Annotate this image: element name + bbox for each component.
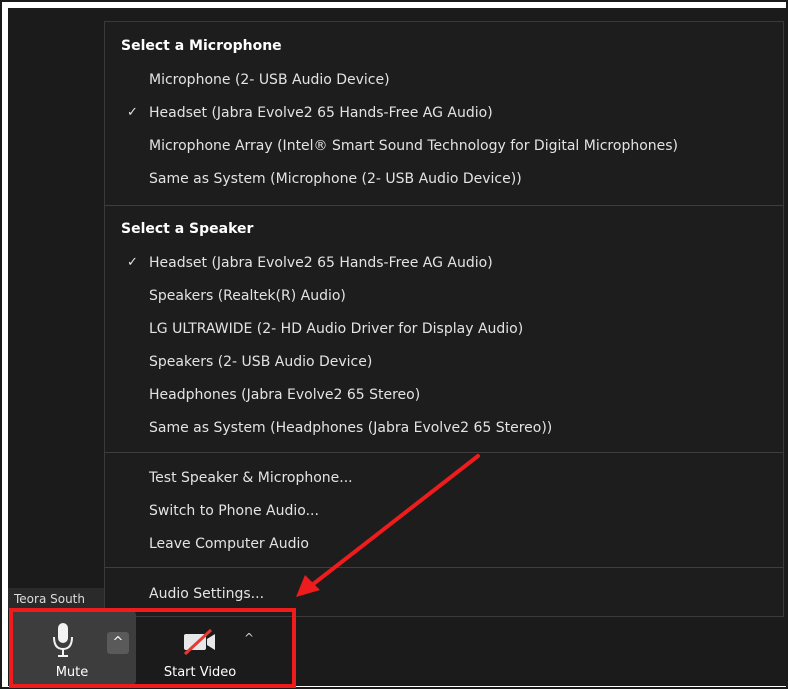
audio-options-menu: Select a Microphone Microphone (2- USB A…	[104, 21, 784, 617]
microphone-option-selected[interactable]: ✓ Headset (Jabra Evolve2 65 Hands-Free A…	[105, 98, 783, 128]
checkmark-icon: ✓	[127, 255, 138, 270]
speaker-option[interactable]: Same as System (Headphones (Jabra Evolve…	[105, 413, 783, 443]
speaker-option-label: Headset (Jabra Evolve2 65 Hands-Free AG …	[149, 255, 493, 271]
menu-item-label: Audio Settings...	[149, 586, 265, 602]
microphone-option-label: Same as System (Microphone (2- USB Audio…	[149, 171, 522, 187]
speaker-option-label: Speakers (2- USB Audio Device)	[149, 354, 373, 370]
participant-name-tag: Teora South	[8, 588, 104, 610]
speaker-option-selected[interactable]: ✓ Headset (Jabra Evolve2 65 Hands-Free A…	[105, 248, 783, 278]
speaker-option-label: LG ULTRAWIDE (2- HD Audio Driver for Dis…	[149, 321, 524, 337]
switch-to-phone-audio-item[interactable]: Switch to Phone Audio...	[105, 496, 783, 526]
menu-item-label: Test Speaker & Microphone...	[149, 470, 353, 486]
select-microphone-heading: Select a Microphone	[121, 38, 282, 54]
speaker-option[interactable]: Speakers (2- USB Audio Device)	[105, 347, 783, 377]
leave-computer-audio-item[interactable]: Leave Computer Audio	[105, 529, 783, 559]
menu-divider	[105, 567, 783, 568]
speaker-option-label: Same as System (Headphones (Jabra Evolve…	[149, 420, 553, 436]
annotation-highlight-box	[9, 608, 296, 688]
speaker-option[interactable]: Speakers (Realtek(R) Audio)	[105, 281, 783, 311]
speaker-option[interactable]: Headphones (Jabra Evolve2 65 Stereo)	[105, 380, 783, 410]
checkmark-icon: ✓	[127, 105, 138, 120]
microphone-option[interactable]: Microphone (2- USB Audio Device)	[105, 65, 783, 95]
microphone-option-label: Headset (Jabra Evolve2 65 Hands-Free AG …	[149, 105, 493, 121]
speaker-option-label: Speakers (Realtek(R) Audio)	[149, 288, 346, 304]
menu-item-label: Switch to Phone Audio...	[149, 503, 319, 519]
microphone-option[interactable]: Same as System (Microphone (2- USB Audio…	[105, 164, 783, 194]
microphone-option-label: Microphone (2- USB Audio Device)	[149, 72, 390, 88]
microphone-option-label: Microphone Array (Intel® Smart Sound Tec…	[149, 138, 679, 154]
microphone-option[interactable]: Microphone Array (Intel® Smart Sound Tec…	[105, 131, 783, 161]
audio-settings-item[interactable]: Audio Settings...	[105, 579, 783, 609]
menu-divider	[105, 452, 783, 453]
test-speaker-microphone-item[interactable]: Test Speaker & Microphone...	[105, 463, 783, 493]
select-speaker-heading: Select a Speaker	[121, 221, 254, 237]
menu-divider	[105, 205, 783, 206]
speaker-option-label: Headphones (Jabra Evolve2 65 Stereo)	[149, 387, 421, 403]
speaker-option[interactable]: LG ULTRAWIDE (2- HD Audio Driver for Dis…	[105, 314, 783, 344]
menu-item-label: Leave Computer Audio	[149, 536, 309, 552]
